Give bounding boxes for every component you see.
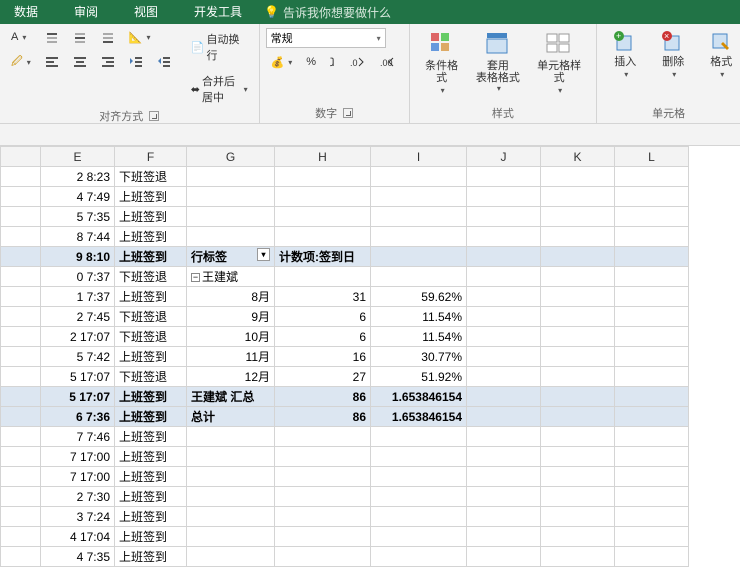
decrease-indent-button[interactable] bbox=[124, 51, 148, 71]
svg-text:.0: .0 bbox=[350, 58, 358, 68]
svg-text:+: + bbox=[616, 31, 621, 41]
group-alignment: A▾ 🖉▾ 📐▾ bbox=[0, 24, 260, 123]
ribbon: A▾ 🖉▾ 📐▾ bbox=[0, 24, 740, 124]
increase-decimal-button[interactable]: .0 bbox=[344, 52, 370, 72]
merge-icon: ⬌ bbox=[191, 83, 200, 96]
table-row[interactable]: 2 7:30上班签到 bbox=[1, 487, 689, 507]
select-all-corner[interactable] bbox=[1, 147, 41, 167]
group-number: 常规 ▾ 💰▾ % ⱹ .0 .00 数字 bbox=[260, 24, 410, 123]
table-row[interactable]: 2 17:07下班签退10月611.54% bbox=[1, 327, 689, 347]
comma-format-button[interactable]: ⱹ bbox=[325, 53, 340, 72]
delete-icon: × bbox=[661, 30, 685, 54]
table-row[interactable]: 4 7:35上班签到 bbox=[1, 547, 689, 567]
align-left-button[interactable] bbox=[40, 52, 64, 72]
tab-developer[interactable]: 开发工具 bbox=[180, 0, 256, 24]
font-button[interactable]: A▾ bbox=[6, 28, 31, 46]
col-K[interactable]: K bbox=[541, 147, 615, 167]
table-row[interactable]: 5 17:07下班签退12月2751.92% bbox=[1, 367, 689, 387]
wrap-text-button[interactable]: 📄 自动换行 bbox=[186, 28, 253, 66]
tab-data[interactable]: 数据 bbox=[0, 0, 52, 24]
collapse-icon[interactable]: − bbox=[191, 273, 200, 282]
pivot-filter-button[interactable]: ▾ bbox=[257, 248, 270, 261]
col-G[interactable]: G bbox=[187, 147, 275, 167]
number-format-select[interactable]: 常规 ▾ bbox=[266, 28, 386, 48]
table-format-button[interactable]: 套用 表格格式 ▾ bbox=[472, 28, 524, 95]
number-dialog-launcher[interactable] bbox=[343, 108, 353, 118]
align-center-button[interactable] bbox=[68, 52, 92, 72]
align-dialog-launcher[interactable] bbox=[149, 111, 159, 121]
conditional-format-icon bbox=[428, 30, 456, 58]
column-headers[interactable]: E F G H I J K L bbox=[1, 147, 689, 167]
col-H[interactable]: H bbox=[275, 147, 371, 167]
table-row[interactable]: 3 7:24上班签到 bbox=[1, 507, 689, 527]
table-row[interactable]: 1 7:37上班签到8月3159.62% bbox=[1, 287, 689, 307]
table-row[interactable]: 5 17:07上班签到王建斌 汇总861.653846154 bbox=[1, 387, 689, 407]
table-row[interactable]: 5 7:42上班签到11月1630.77% bbox=[1, 347, 689, 367]
group-cells: + 插入▾ × 删除▾ 格式▾ 单元格 bbox=[597, 24, 740, 123]
col-F[interactable]: F bbox=[115, 147, 187, 167]
tell-me[interactable]: 💡 告诉我你想要做什么 bbox=[256, 4, 399, 21]
wrap-icon: 📄 bbox=[191, 41, 205, 54]
fill-color-button[interactable]: 🖉▾ bbox=[6, 50, 36, 75]
tab-review[interactable]: 审阅 bbox=[60, 0, 112, 24]
group-styles: 条件格式▾ 套用 表格格式 ▾ 单元格样式▾ 样式 bbox=[410, 24, 598, 123]
table-row[interactable]: 7 17:00上班签到 bbox=[1, 447, 689, 467]
delete-button[interactable]: × 删除▾ bbox=[651, 28, 695, 83]
chevron-down-icon: ▾ bbox=[377, 34, 381, 43]
table-row[interactable]: 5 7:35上班签到 bbox=[1, 207, 689, 227]
align-middle-button[interactable] bbox=[68, 28, 92, 48]
svg-text:×: × bbox=[664, 31, 669, 41]
merge-label: 合并后居中 bbox=[202, 73, 240, 105]
group-align-label: 对齐方式 bbox=[99, 108, 143, 124]
cell-styles-button[interactable]: 单元格样式▾ bbox=[528, 28, 590, 99]
table-row[interactable]: 2 8:23下班签退 bbox=[1, 167, 689, 187]
table-row[interactable]: 8 7:44上班签到 bbox=[1, 227, 689, 247]
chevron-down-icon: ▾ bbox=[244, 85, 248, 94]
conditional-format-button[interactable]: 条件格式▾ bbox=[416, 28, 468, 99]
number-format-value: 常规 bbox=[271, 30, 293, 46]
group-styles-label: 样式 bbox=[492, 105, 514, 121]
format-icon bbox=[709, 30, 733, 54]
table-row[interactable]: 7 7:46上班签到 bbox=[1, 427, 689, 447]
worksheet[interactable]: E F G H I J K L 2 8:23下班签退4 7:49上班签到5 7:… bbox=[0, 146, 740, 570]
align-top-button[interactable] bbox=[40, 28, 64, 48]
tell-me-label: 告诉我你想要做什么 bbox=[283, 4, 391, 21]
ribbon-tabs: 数据 审阅 视图 开发工具 💡 告诉我你想要做什么 bbox=[0, 0, 740, 24]
col-L[interactable]: L bbox=[615, 147, 689, 167]
table-row[interactable]: 2 7:45下班签退9月611.54% bbox=[1, 307, 689, 327]
table-format-icon bbox=[484, 30, 512, 58]
table-row[interactable]: 0 7:37下班签退−王建斌 bbox=[1, 267, 689, 287]
table-row[interactable]: 4 7:49上班签到 bbox=[1, 187, 689, 207]
percent-format-button[interactable]: % bbox=[301, 53, 321, 71]
tab-view[interactable]: 视图 bbox=[120, 0, 172, 24]
wrap-label: 自动换行 bbox=[206, 31, 247, 63]
accounting-format-button[interactable]: 💰▾ bbox=[266, 53, 298, 72]
merge-center-button[interactable]: ⬌ 合并后居中 ▾ bbox=[186, 70, 253, 108]
table-row[interactable]: 7 17:00上班签到 bbox=[1, 467, 689, 487]
col-J[interactable]: J bbox=[467, 147, 541, 167]
group-number-label: 数字 bbox=[315, 105, 337, 121]
insert-icon: + bbox=[613, 30, 637, 54]
formula-bar-area bbox=[0, 124, 740, 146]
align-bottom-button[interactable] bbox=[96, 28, 120, 48]
cell-styles-icon bbox=[545, 30, 573, 58]
col-I[interactable]: I bbox=[371, 147, 467, 167]
table-row[interactable]: 6 7:36上班签到总计861.653846154 bbox=[1, 407, 689, 427]
col-E[interactable]: E bbox=[41, 147, 115, 167]
table-row[interactable]: 4 17:04上班签到 bbox=[1, 527, 689, 547]
lightbulb-icon: 💡 bbox=[264, 5, 279, 19]
decrease-decimal-button[interactable]: .00 bbox=[374, 52, 400, 72]
table-row[interactable]: 9 8:10上班签到行标签▾计数项:签到日 bbox=[1, 247, 689, 267]
format-button[interactable]: 格式▾ bbox=[699, 28, 740, 83]
align-right-button[interactable] bbox=[96, 52, 120, 72]
orientation-button[interactable]: 📐▾ bbox=[124, 28, 156, 47]
insert-button[interactable]: + 插入▾ bbox=[603, 28, 647, 83]
increase-indent-button[interactable] bbox=[152, 51, 176, 71]
group-cells-label: 单元格 bbox=[652, 105, 685, 121]
